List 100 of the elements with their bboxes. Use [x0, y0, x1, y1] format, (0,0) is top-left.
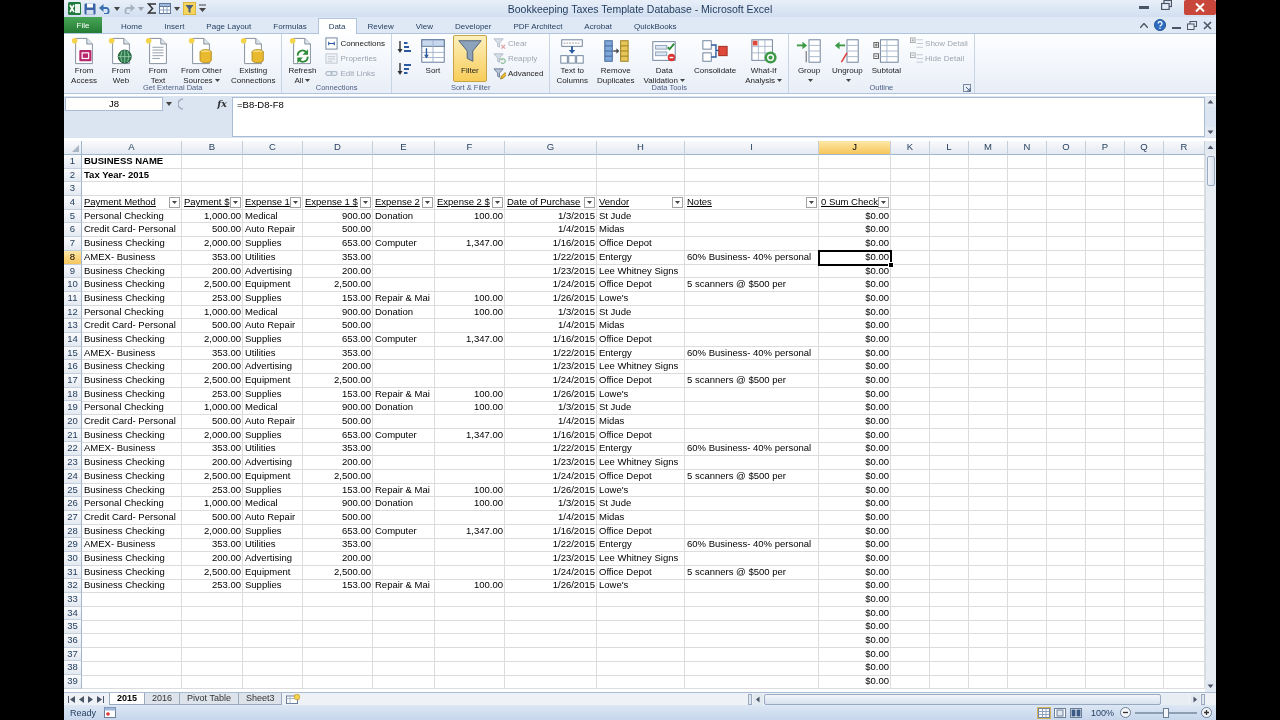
- ribbon-button[interactable]: Sort: [415, 35, 450, 82]
- ribbon-button[interactable]: From Access: [67, 35, 101, 82]
- table-icon[interactable]: [159, 3, 171, 14]
- column-header[interactable]: B: [182, 141, 243, 155]
- filter-button[interactable]: [290, 196, 301, 208]
- filter-button[interactable]: [584, 196, 595, 208]
- row-header[interactable]: 16: [64, 360, 82, 374]
- arrow-left-icon[interactable]: [753, 693, 763, 705]
- ribbon-button[interactable]: Subtotal: [868, 35, 905, 82]
- ribbon-button[interactable]: Text to Columns: [553, 35, 592, 82]
- filter-button[interactable]: [360, 196, 371, 208]
- formula-field[interactable]: =B8-D8-F8: [232, 97, 1205, 137]
- ribbon-button[interactable]: From Other Sources: [178, 35, 225, 82]
- ribbon-button[interactable]: Existing Connections: [227, 35, 279, 82]
- row-header[interactable]: 17: [64, 374, 82, 388]
- row-header[interactable]: 39: [64, 675, 82, 689]
- record-macro-icon[interactable]: [104, 707, 116, 718]
- scroll-thumb[interactable]: [1207, 156, 1215, 186]
- ribbon-button[interactable]: Filter: [452, 35, 487, 82]
- arrow-down-icon[interactable]: [1205, 127, 1216, 137]
- caret-icon[interactable]: [114, 6, 120, 11]
- row-header[interactable]: 38: [64, 661, 82, 676]
- arrow-down-icon[interactable]: [1205, 680, 1216, 692]
- column-header[interactable]: R: [1164, 141, 1205, 155]
- fill-handle[interactable]: [888, 261, 894, 268]
- close-icon[interactable]: [1203, 20, 1212, 30]
- column-header[interactable]: M: [969, 141, 1008, 155]
- filter-button[interactable]: [672, 196, 683, 208]
- close-icon[interactable]: [1184, 0, 1216, 15]
- row-header[interactable]: 13: [64, 319, 82, 333]
- ribbon-button[interactable]: Group: [792, 35, 826, 82]
- previous-sheet-icon[interactable]: [79, 695, 84, 703]
- row-header[interactable]: 23: [64, 456, 82, 470]
- filter-button[interactable]: [878, 196, 890, 208]
- row-header[interactable]: 32: [64, 579, 82, 593]
- column-header[interactable]: I: [685, 141, 819, 155]
- caret-icon[interactable]: [166, 102, 172, 106]
- row-header[interactable]: 36: [64, 634, 82, 648]
- chevron-up-icon[interactable]: [1140, 22, 1148, 28]
- restore-icon[interactable]: [1161, 0, 1172, 10]
- row-header[interactable]: 26: [64, 497, 82, 511]
- row-header[interactable]: 19: [64, 401, 82, 416]
- ribbon-button[interactable]: From Web: [104, 35, 138, 82]
- column-header[interactable]: H: [597, 141, 685, 155]
- slider-thumb[interactable]: [1163, 707, 1169, 718]
- column-header[interactable]: D: [303, 141, 373, 155]
- ribbon-button[interactable]: Ungroup: [829, 35, 866, 82]
- row-header[interactable]: 22: [64, 442, 82, 457]
- ribbon-button[interactable]: Connections: [322, 36, 388, 51]
- next-sheet-icon[interactable]: [88, 695, 93, 703]
- filter-button[interactable]: [230, 196, 241, 208]
- arrow-up-icon[interactable]: [1205, 97, 1216, 107]
- column-header[interactable]: G: [505, 141, 597, 155]
- arrow-up-icon[interactable]: [1205, 141, 1216, 154]
- filter-button[interactable]: [492, 196, 503, 208]
- column-header[interactable]: O: [1047, 141, 1086, 155]
- row-header[interactable]: 4: [64, 196, 82, 210]
- row-header[interactable]: 10: [64, 278, 82, 292]
- ribbon-tab[interactable]: Developer: [444, 18, 503, 33]
- filter-button[interactable]: [422, 196, 433, 208]
- row-header[interactable]: 1: [64, 155, 82, 169]
- ribbon-tab[interactable]: Data: [317, 18, 357, 34]
- filter-button[interactable]: [806, 196, 817, 208]
- normal-view-button[interactable]: [1036, 706, 1051, 719]
- save-icon[interactable]: [84, 2, 96, 15]
- filter-icon[interactable]: [183, 2, 196, 15]
- caret-icon[interactable]: [174, 6, 180, 11]
- column-header[interactable]: K: [891, 141, 930, 155]
- ribbon-button[interactable]: Data Validation: [640, 35, 688, 82]
- column-header[interactable]: F: [435, 141, 505, 155]
- ribbon-tab[interactable]: PDF Architect: [502, 18, 574, 33]
- ribbon-tab[interactable]: Home: [110, 18, 154, 33]
- first-sheet-icon[interactable]: [68, 695, 75, 703]
- page-layout-view-button[interactable]: [1052, 706, 1067, 719]
- file-tab[interactable]: File: [64, 17, 102, 33]
- sum-icon[interactable]: [147, 3, 156, 14]
- sheet-tab[interactable]: Pivot Table: [179, 693, 239, 705]
- ribbon-button[interactable]: Advanced: [489, 66, 547, 81]
- last-sheet-icon[interactable]: [97, 695, 104, 703]
- customize-icon[interactable]: [199, 4, 206, 13]
- column-header[interactable]: N: [1008, 141, 1047, 155]
- sheet-tab[interactable]: 2015: [109, 693, 146, 705]
- column-header[interactable]: L: [930, 141, 969, 155]
- column-header[interactable]: Q: [1125, 141, 1164, 155]
- column-header[interactable]: P: [1086, 141, 1125, 155]
- vertical-scrollbar[interactable]: [1205, 154, 1216, 680]
- zoom-out-icon[interactable]: [1120, 707, 1131, 718]
- undo-icon[interactable]: [99, 3, 111, 14]
- sheet-tab[interactable]: Sheet3: [237, 693, 283, 705]
- column-header[interactable]: A: [82, 141, 182, 155]
- column-header[interactable]: E: [373, 141, 435, 155]
- row-header[interactable]: 29: [64, 538, 82, 552]
- filter-button[interactable]: [169, 196, 180, 208]
- column-header[interactable]: J: [819, 141, 891, 155]
- ribbon-tab[interactable]: Page Layout: [195, 18, 263, 33]
- arrow-right-icon[interactable]: [1190, 693, 1200, 705]
- ribbon-tab[interactable]: Formulas: [262, 18, 318, 33]
- help-icon[interactable]: [1154, 19, 1166, 31]
- zoom-in-icon[interactable]: [1201, 707, 1212, 718]
- row-header[interactable]: 7: [64, 237, 82, 251]
